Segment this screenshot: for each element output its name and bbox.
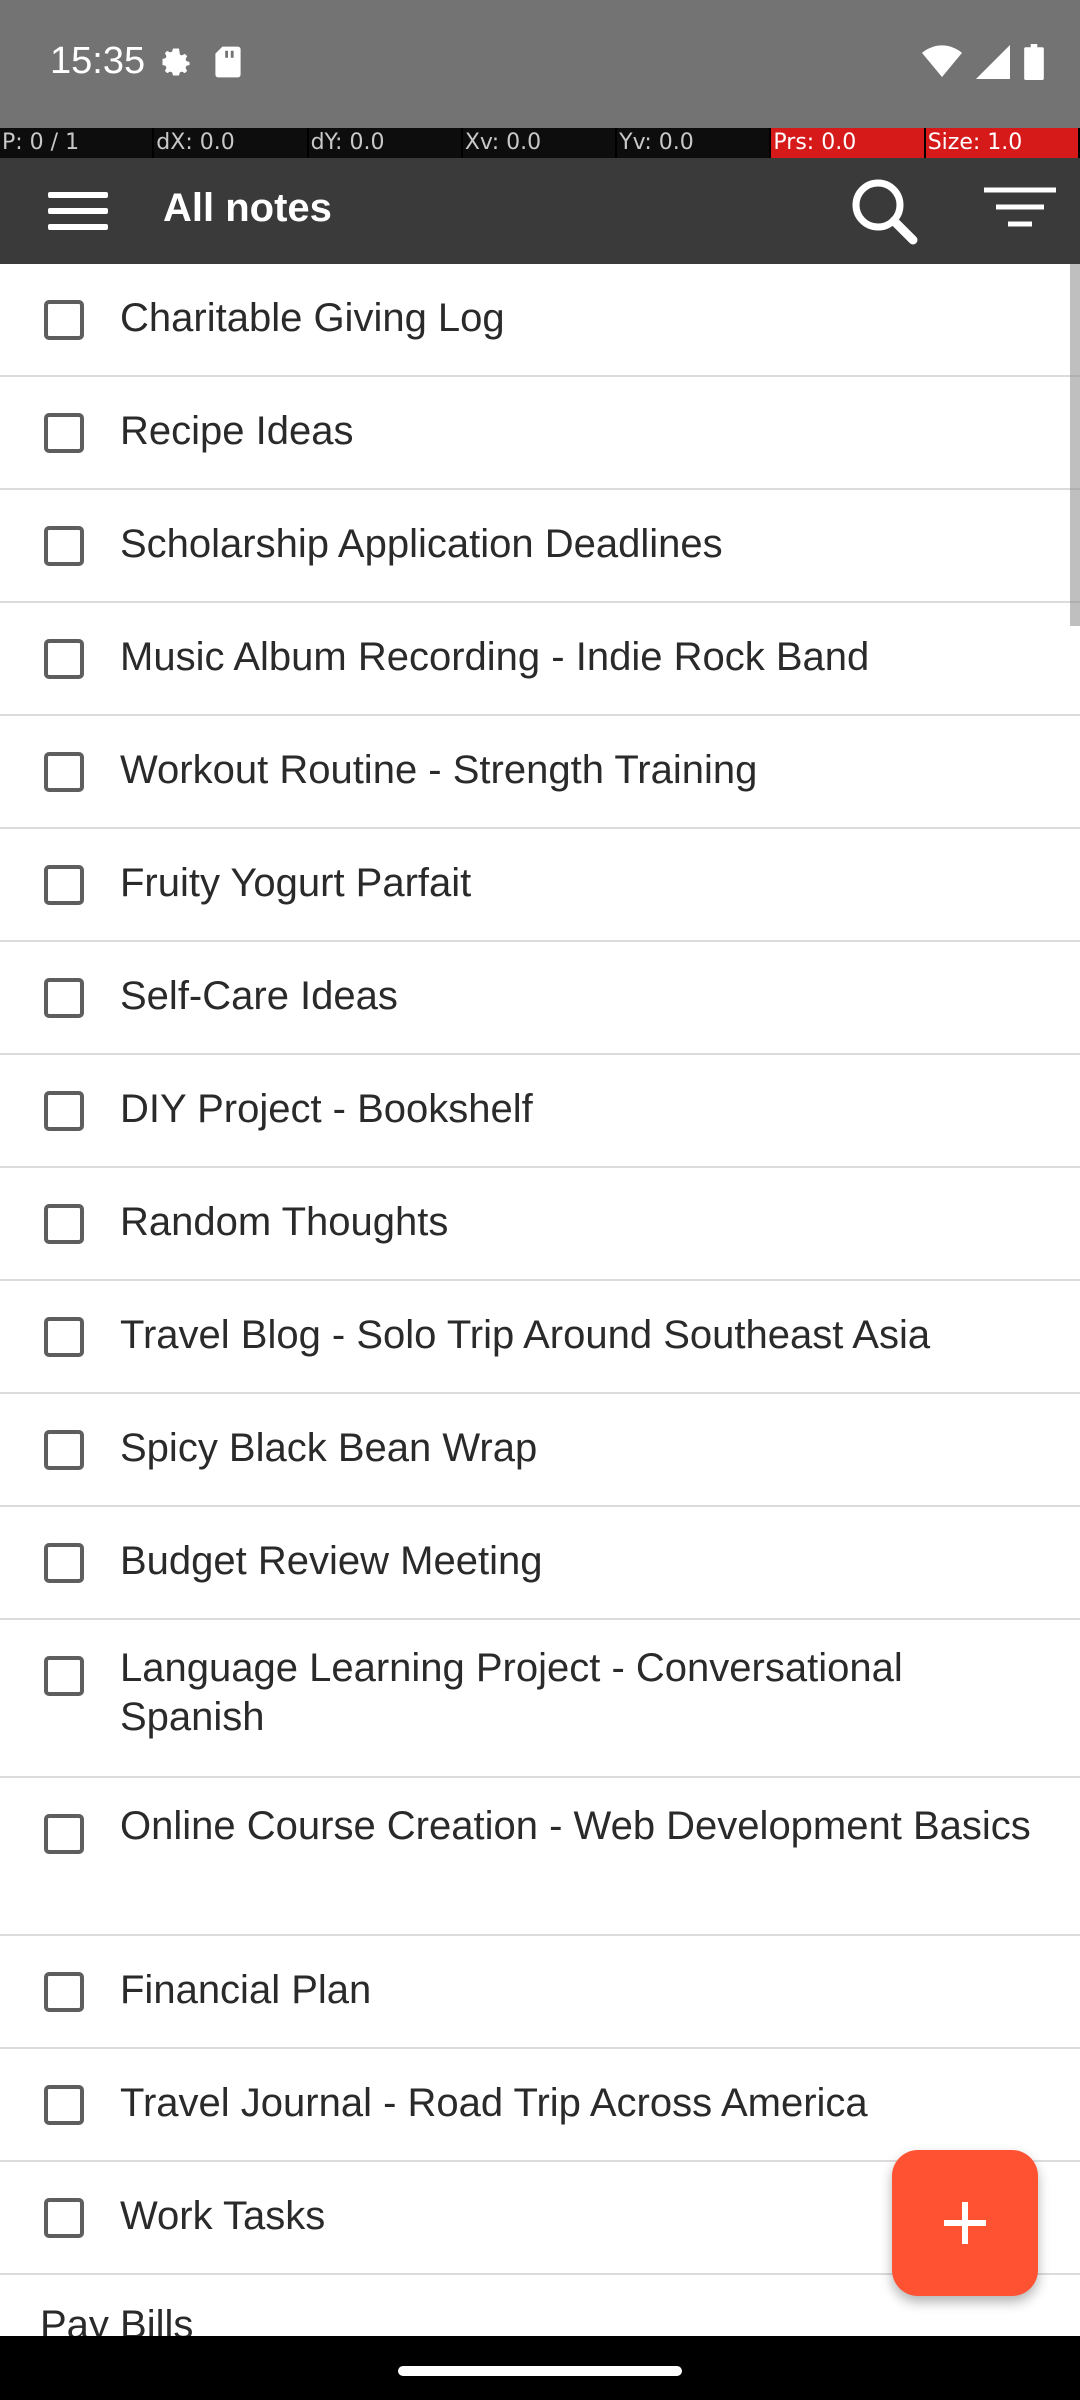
- list-item[interactable]: Online Course Creation - Web Development…: [0, 1778, 1080, 1936]
- settings-icon: [162, 48, 190, 76]
- notes-list: Charitable Giving Log Recipe Ideas Schol…: [0, 264, 1080, 2388]
- app-bar: All notes: [0, 158, 1080, 264]
- list-item[interactable]: Scholarship Application Deadlines: [0, 490, 1080, 603]
- note-checkbox[interactable]: [44, 1317, 84, 1357]
- list-item[interactable]: Budget Review Meeting: [0, 1507, 1080, 1620]
- note-title: Scholarship Application Deadlines: [120, 522, 723, 566]
- battery-icon: [1024, 44, 1044, 80]
- note-title: Financial Plan: [120, 1968, 372, 2012]
- note-title: Fruity Yogurt Parfait: [120, 861, 472, 905]
- debug-size: Size: 1.0: [925, 128, 1080, 158]
- list-item[interactable]: Spicy Black Bean Wrap: [0, 1394, 1080, 1507]
- note-checkbox[interactable]: [44, 639, 84, 679]
- note-checkbox[interactable]: [44, 300, 84, 340]
- note-checkbox[interactable]: [44, 1656, 84, 1696]
- note-title: Language Learning Project - Conversation…: [120, 1646, 903, 1739]
- note-checkbox[interactable]: [44, 1814, 84, 1854]
- list-item[interactable]: Travel Blog - Solo Trip Around Southeast…: [0, 1281, 1080, 1394]
- list-item[interactable]: Random Thoughts: [0, 1168, 1080, 1281]
- list-item[interactable]: Charitable Giving Log: [0, 264, 1080, 377]
- signal-icon: [976, 45, 1010, 79]
- list-item[interactable]: Self-Care Ideas: [0, 942, 1080, 1055]
- debug-xv: Xv: 0.0: [462, 128, 618, 158]
- sd-card-icon: [215, 46, 241, 78]
- note-checkbox[interactable]: [44, 1204, 84, 1244]
- note-title: Spicy Black Bean Wrap: [120, 1426, 538, 1470]
- search-icon: [852, 179, 918, 245]
- note-title: Workout Routine - Strength Training: [120, 748, 758, 792]
- search-button[interactable]: [838, 158, 930, 264]
- note-checkbox[interactable]: [44, 1091, 84, 1131]
- wifi-icon: [922, 45, 962, 77]
- debug-dy: dY: 0.0: [308, 128, 463, 158]
- scrollbar[interactable]: [1070, 264, 1080, 626]
- pointer-location-overlay: P: 0 / 1 dX: 0.0 dY: 0.0 Xv: 0.0 Yv: 0.0…: [0, 128, 1080, 158]
- note-title: Random Thoughts: [120, 1200, 449, 1244]
- note-checkbox[interactable]: [44, 413, 84, 453]
- list-item[interactable]: Recipe Ideas: [0, 377, 1080, 490]
- page-title: All notes: [163, 186, 332, 230]
- debug-pressure: Prs: 0.0: [771, 128, 926, 158]
- list-item[interactable]: Music Album Recording - Indie Rock Band: [0, 603, 1080, 716]
- debug-dx: dX: 0.0: [154, 128, 309, 158]
- list-item[interactable]: Travel Journal - Road Trip Across Americ…: [0, 2049, 1080, 2162]
- filter-button[interactable]: [970, 168, 1062, 254]
- note-title: DIY Project - Bookshelf: [120, 1087, 533, 1131]
- note-title: Self-Care Ideas: [120, 974, 398, 1018]
- note-checkbox[interactable]: [44, 1430, 84, 1470]
- note-title: Music Album Recording - Indie Rock Band: [120, 635, 870, 679]
- status-bar: 15:35: [0, 0, 1080, 128]
- filter-sort-icon: [984, 187, 1056, 227]
- debug-pointer: P: 0 / 1: [0, 128, 155, 158]
- note-checkbox[interactable]: [44, 1972, 84, 2012]
- note-title: Charitable Giving Log: [120, 296, 505, 340]
- note-checkbox[interactable]: [44, 2085, 84, 2125]
- navigation-bar: [0, 2336, 1080, 2400]
- home-gesture-handle[interactable]: [398, 2366, 682, 2376]
- list-item[interactable]: Fruity Yogurt Parfait: [0, 829, 1080, 942]
- status-time: 15:35: [50, 40, 146, 82]
- note-checkbox[interactable]: [44, 1543, 84, 1583]
- debug-yv: Yv: 0.0: [617, 128, 772, 158]
- list-item[interactable]: Language Learning Project - Conversation…: [0, 1620, 1080, 1778]
- hamburger-menu-icon[interactable]: [32, 176, 124, 246]
- note-title: Budget Review Meeting: [120, 1539, 543, 1583]
- note-checkbox[interactable]: [44, 2198, 84, 2238]
- note-checkbox[interactable]: [44, 752, 84, 792]
- note-checkbox[interactable]: [44, 526, 84, 566]
- list-item[interactable]: Workout Routine - Strength Training: [0, 716, 1080, 829]
- add-note-button[interactable]: [892, 2150, 1038, 2296]
- list-item[interactable]: Financial Plan: [0, 1936, 1080, 2049]
- note-title: Recipe Ideas: [120, 409, 354, 453]
- note-title: Travel Journal - Road Trip Across Americ…: [120, 2081, 868, 2125]
- note-checkbox[interactable]: [44, 865, 84, 905]
- list-item[interactable]: DIY Project - Bookshelf: [0, 1055, 1080, 1168]
- note-checkbox[interactable]: [44, 978, 84, 1018]
- note-title: Travel Blog - Solo Trip Around Southeast…: [120, 1313, 931, 1357]
- note-title: Online Course Creation - Web Development…: [120, 1804, 1031, 1848]
